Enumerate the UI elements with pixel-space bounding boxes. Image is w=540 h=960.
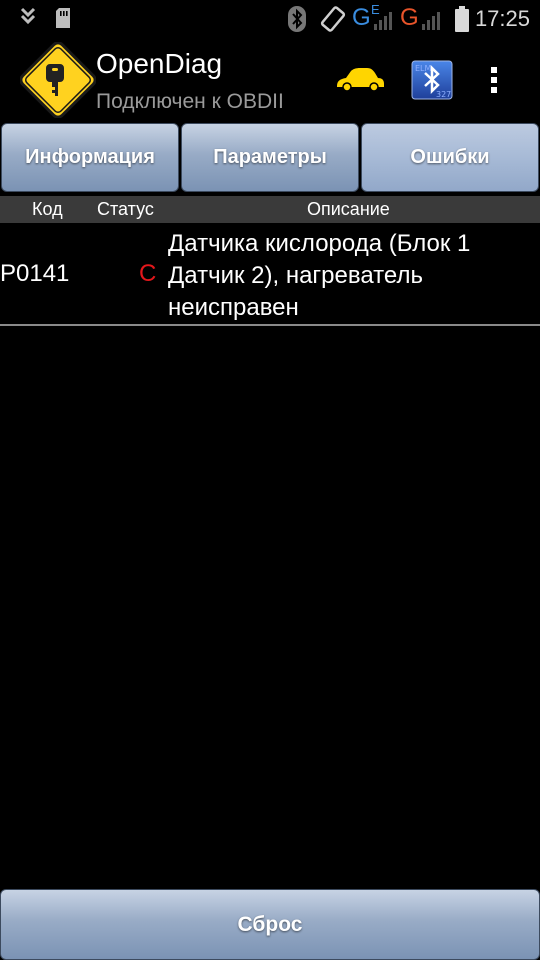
tab-bar: Информация Параметры Ошибки — [0, 122, 540, 194]
row-divider — [0, 324, 540, 326]
bluetooth-elm327-icon[interactable]: ELM 327 — [411, 60, 453, 100]
table-row[interactable]: P0141 C Датчика кислорода (Блок 1 Датчик… — [0, 224, 540, 324]
error-code: P0141 — [0, 260, 70, 287]
tab-parameters[interactable]: Параметры — [181, 123, 359, 192]
error-description: Датчика кислорода (Блок 1 Датчик 2), наг… — [168, 230, 471, 321]
sd-card-icon — [56, 8, 70, 28]
download-notification-icon — [20, 7, 36, 25]
column-header-status: Статус — [97, 199, 154, 219]
table-header: Код Статус Описание — [0, 196, 540, 223]
adapter-label-bottom: 327 — [436, 90, 451, 99]
error-status: C — [139, 260, 157, 287]
battery-icon — [455, 6, 469, 32]
app-bar: OpenDiag Подключен к OBDII ELM 327 — [0, 38, 540, 122]
column-header-description: Описание — [307, 199, 390, 219]
overflow-menu-icon[interactable] — [490, 66, 498, 94]
bluetooth-icon — [288, 6, 306, 32]
signal-strength-icon-secondary — [422, 12, 440, 30]
status-bar: G E G 17:25 — [0, 0, 540, 38]
signal-strength-icon — [374, 12, 392, 30]
app-title: OpenDiag — [96, 48, 223, 79]
network-type-label-primary: G — [352, 4, 371, 31]
car-icon[interactable] — [334, 66, 386, 94]
key-diamond-icon[interactable] — [20, 42, 96, 118]
connection-status: Подключен к OBDII — [96, 90, 284, 113]
column-header-code: Код — [32, 199, 63, 219]
adapter-label-top: ELM — [415, 64, 432, 73]
network-type-label-secondary: G — [400, 4, 419, 31]
clock: 17:25 — [474, 6, 530, 31]
reset-button[interactable]: Сброс — [0, 889, 540, 960]
vibrate-icon — [320, 6, 346, 32]
tab-errors[interactable]: Ошибки — [361, 123, 539, 192]
tab-information[interactable]: Информация — [1, 123, 179, 192]
